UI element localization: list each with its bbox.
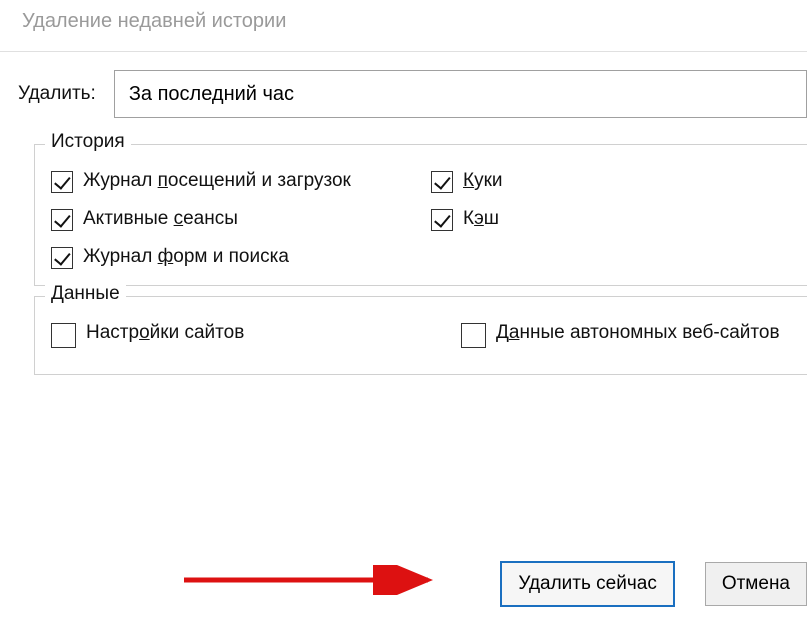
checkbox-label: Куки bbox=[463, 169, 503, 193]
checkbox-icon bbox=[431, 171, 453, 193]
time-range-select[interactable]: За последний час bbox=[114, 70, 807, 118]
checkbox-cache[interactable]: Кэш bbox=[431, 207, 807, 231]
annotation-arrow-icon bbox=[180, 565, 440, 595]
clear-now-button[interactable]: Удалить сейчас bbox=[500, 561, 674, 607]
data-legend: Данные bbox=[45, 283, 126, 305]
checkbox-label: Данные автономных веб-сайтов bbox=[496, 321, 780, 345]
checkbox-label: Активные сеансы bbox=[83, 207, 238, 231]
checkbox-label: Журнал посещений и загрузок bbox=[83, 169, 351, 193]
checkbox-label: Кэш bbox=[463, 207, 499, 231]
checkbox-label: Настройки сайтов bbox=[86, 321, 244, 345]
checkbox-browsing-history[interactable]: Журнал посещений и загрузок bbox=[51, 169, 431, 193]
checkbox-icon bbox=[51, 247, 73, 269]
checkbox-offline-data[interactable]: Данные автономных веб-сайтов bbox=[461, 321, 807, 348]
checkbox-active-sessions[interactable]: Активные сеансы bbox=[51, 207, 431, 231]
checkbox-site-settings[interactable]: Настройки сайтов bbox=[51, 321, 461, 348]
data-group: Данные Настройки сайтов Данные автономны… bbox=[34, 296, 807, 375]
checkbox-icon bbox=[51, 209, 73, 231]
checkbox-cookies[interactable]: Куки bbox=[431, 169, 807, 193]
checkbox-icon bbox=[431, 209, 453, 231]
checkbox-label: Журнал форм и поиска bbox=[83, 245, 289, 269]
checkbox-forms-search[interactable]: Журнал форм и поиска bbox=[51, 245, 431, 269]
history-legend: История bbox=[45, 131, 131, 153]
checkbox-icon bbox=[51, 171, 73, 193]
time-range-value: За последний час bbox=[129, 83, 294, 106]
window-title: Удаление недавней истории bbox=[0, 0, 807, 51]
history-group: История Журнал посещений и загрузок Куки… bbox=[34, 144, 807, 286]
time-range-label: Удалить: bbox=[18, 83, 96, 105]
checkbox-icon bbox=[461, 323, 486, 348]
cancel-button[interactable]: Отмена bbox=[705, 562, 807, 606]
checkbox-icon bbox=[51, 323, 76, 348]
